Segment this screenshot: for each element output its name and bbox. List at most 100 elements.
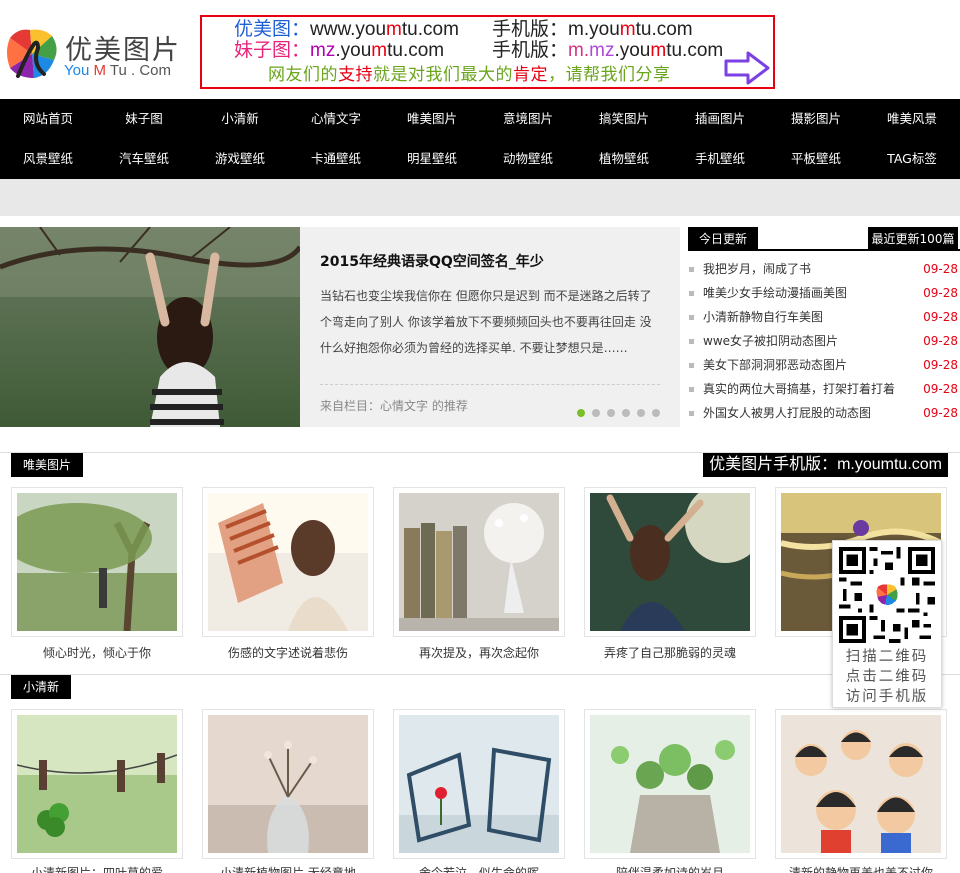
qr-code-icon[interactable] <box>839 547 935 643</box>
nav-item-star-wallpaper[interactable]: 明星壁纸 <box>384 139 480 179</box>
bullet-icon <box>689 267 694 272</box>
section-beautiful: 唯美图片 优美图片手机版：m.youmtu.com 倾心时光，倾心于你 伤感的文… <box>0 452 960 674</box>
thumbnail-card[interactable] <box>584 709 756 859</box>
featured-source: 来自栏目：心情文字 的推荐 <box>320 399 468 413</box>
today-list: 我把岁月，闹成了书 09-28 唯美少女手绘动漫插画美图 09-28 小清新静物自行… <box>688 257 960 425</box>
nav-item-tags[interactable]: TAG标签 <box>864 139 960 179</box>
page: 优美图片 You M Tu . Com 优美图：www.youmtu.com 手… <box>0 0 960 873</box>
featured-excerpt: 当钻石也变尘埃我信你在 但愿你只是迟到 而不是迷路之后转了个弯走向了别人 你该学… <box>320 289 652 355</box>
bullet-icon <box>689 291 694 296</box>
nav-item-scenery[interactable]: 唯美风景 <box>864 99 960 139</box>
nav-item-scenery-wallpaper[interactable]: 风景壁纸 <box>0 139 96 179</box>
bullet-icon <box>689 315 694 320</box>
thumbnail-card[interactable] <box>775 709 947 859</box>
thumbnail-card[interactable] <box>11 487 183 637</box>
list-item[interactable]: 真实的两位大哥搞基，打架打着打着 09-28 <box>688 377 960 401</box>
ad-placeholder-bar <box>0 179 960 216</box>
nav-item-plant-wallpaper[interactable]: 植物壁纸 <box>576 139 672 179</box>
nav-item-tablet-wallpaper[interactable]: 平板壁纸 <box>768 139 864 179</box>
thumbnail-image <box>399 715 559 853</box>
slide-dot[interactable] <box>592 409 600 417</box>
featured-slide: 2015年经典语录QQ空间签名_年少 当钻石也变尘埃我信你在 但愿你只是迟到 而… <box>0 227 680 427</box>
featured-image[interactable] <box>0 227 300 427</box>
section-xiaoqingxin: 小清新 小清新图片：四叶草的爱 小清新植物图片 无经意地 舍今若泣，似生命的晖 … <box>0 674 960 873</box>
banner-line-meizitu[interactable]: 妹子图：mz.youmtu.com <box>234 40 444 62</box>
section-divider <box>0 674 960 675</box>
list-item[interactable]: 外国女人被男人打屁股的动态图 09-28 <box>688 401 960 425</box>
qr-instructions: 扫描二维码 点击二维码 访问手机版 <box>845 649 929 705</box>
thumbnail-caption[interactable]: 倾心时光，倾心于你 <box>11 644 183 661</box>
slide-dot[interactable] <box>607 409 615 417</box>
banner-line-youmeitu[interactable]: 优美图：www.youmtu.com <box>234 19 459 41</box>
thumbnail-card[interactable] <box>202 487 374 637</box>
nav-item-phone-wallpaper[interactable]: 手机壁纸 <box>672 139 768 179</box>
thumbnail-image <box>781 715 941 853</box>
nav-item-game-wallpaper[interactable]: 游戏壁纸 <box>192 139 288 179</box>
list-item[interactable]: 小清新静物自行车美图 09-28 <box>688 305 960 329</box>
site-logo[interactable]: 优美图片 You M Tu . Com <box>4 24 194 84</box>
recent-100-link[interactable]: 最近更新100篇 <box>868 227 958 251</box>
tab-today[interactable]: 今日更新 <box>688 227 758 251</box>
nav-row-2: 风景壁纸 汽车壁纸 游戏壁纸 卡通壁纸 明星壁纸 动物壁纸 植物壁纸 手机壁纸 … <box>0 139 960 179</box>
thumbnail-image <box>17 493 177 631</box>
nav-item-artistic[interactable]: 意境图片 <box>480 99 576 139</box>
thumbnail-card[interactable] <box>202 709 374 859</box>
thumbnail-caption[interactable]: 舍今若泣，似生命的晖 <box>393 864 565 873</box>
banner-mobile-youmeitu[interactable]: 手机版：m.youmtu.com <box>492 19 693 41</box>
bullet-icon <box>689 363 694 368</box>
header: 优美图片 You M Tu . Com 优美图：www.youmtu.com 手… <box>0 0 960 99</box>
nav-item-illustration[interactable]: 插画图片 <box>672 99 768 139</box>
bullet-icon <box>689 387 694 392</box>
thumbnail-caption[interactable]: 小清新植物图片 无经意地 <box>202 864 374 873</box>
nav-item-beautiful[interactable]: 唯美图片 <box>384 99 480 139</box>
list-item[interactable]: wwe女子被扣阴动态图片 09-28 <box>688 329 960 353</box>
today-header: 今日更新 最近更新100篇 <box>688 227 960 251</box>
bullet-icon <box>689 339 694 344</box>
featured-title[interactable]: 2015年经典语录QQ空间签名_年少 <box>320 251 544 271</box>
nav-item-photography[interactable]: 摄影图片 <box>768 99 864 139</box>
thumbnail-image <box>590 493 750 631</box>
nav-item-mood-text[interactable]: 心情文字 <box>288 99 384 139</box>
nav-item-meizitu[interactable]: 妹子图 <box>96 99 192 139</box>
logo-subtitle: You M Tu . Com <box>64 62 172 79</box>
banner-mobile-meizitu[interactable]: 手机版：m.mz.youmtu.com <box>492 40 723 62</box>
slide-dot[interactable] <box>622 409 630 417</box>
thumbnail-image <box>399 493 559 631</box>
thumbnail-card[interactable] <box>393 487 565 637</box>
nav-item-animal-wallpaper[interactable]: 动物壁纸 <box>480 139 576 179</box>
nav-item-cartoon-wallpaper[interactable]: 卡通壁纸 <box>288 139 384 179</box>
thumbnail-card[interactable] <box>393 709 565 859</box>
logo-pinwheel-icon <box>7 29 57 78</box>
bullet-icon <box>689 411 694 416</box>
domain-banner: 优美图：www.youmtu.com 手机版：m.youmtu.com 妹子图：… <box>200 15 775 89</box>
slide-dot[interactable] <box>577 409 585 417</box>
thumbnail-caption[interactable]: 清新的静物再美也美不过你 <box>775 864 947 873</box>
thumbnail-card[interactable] <box>584 487 756 637</box>
nav-item-funny[interactable]: 搞笑图片 <box>576 99 672 139</box>
thumbnail-caption[interactable]: 伤感的文字述说着悲伤 <box>202 644 374 661</box>
thumbnail-image <box>208 715 368 853</box>
slide-dot[interactable] <box>637 409 645 417</box>
nav-item-home[interactable]: 网站首页 <box>0 99 96 139</box>
list-item[interactable]: 美女下部洞洞邪恶动态图片 09-28 <box>688 353 960 377</box>
thumbnail-card[interactable] <box>11 709 183 859</box>
slide-dots <box>577 409 660 417</box>
today-updates: 今日更新 最近更新100篇 我把岁月，闹成了书 09-28 唯美少女手绘动漫插画美… <box>688 227 960 427</box>
section-tab-beautiful[interactable]: 唯美图片 <box>11 453 84 477</box>
thumbnail-caption[interactable]: 陪伴温柔如诗的岁月 <box>584 864 756 873</box>
featured-divider <box>320 384 660 385</box>
qr-code-float[interactable]: 扫描二维码 点击二维码 访问手机版 <box>832 540 942 708</box>
thumbnail-caption[interactable]: 小清新图片：四叶草的爱 <box>11 864 183 873</box>
slide-dot[interactable] <box>652 409 660 417</box>
mobile-site-link[interactable]: 优美图片手机版：m.youmtu.com <box>703 453 948 477</box>
list-item[interactable]: 我把岁月，闹成了书 09-28 <box>688 257 960 281</box>
nav-item-xiaoqingxin[interactable]: 小清新 <box>192 99 288 139</box>
share-arrow-icon[interactable] <box>724 51 770 85</box>
thumbnail-image <box>208 493 368 631</box>
thumbnail-caption[interactable]: 再次提及，再次念起你 <box>393 644 565 661</box>
nav-item-car-wallpaper[interactable]: 汽车壁纸 <box>96 139 192 179</box>
nav-row-1: 网站首页 妹子图 小清新 心情文字 唯美图片 意境图片 搞笑图片 插画图片 摄影… <box>0 99 960 139</box>
section-tab-xiaoqingxin[interactable]: 小清新 <box>11 675 72 699</box>
list-item[interactable]: 唯美少女手绘动漫插画美图 09-28 <box>688 281 960 305</box>
thumbnail-caption[interactable]: 弄疼了自己那脆弱的灵魂 <box>584 644 756 661</box>
